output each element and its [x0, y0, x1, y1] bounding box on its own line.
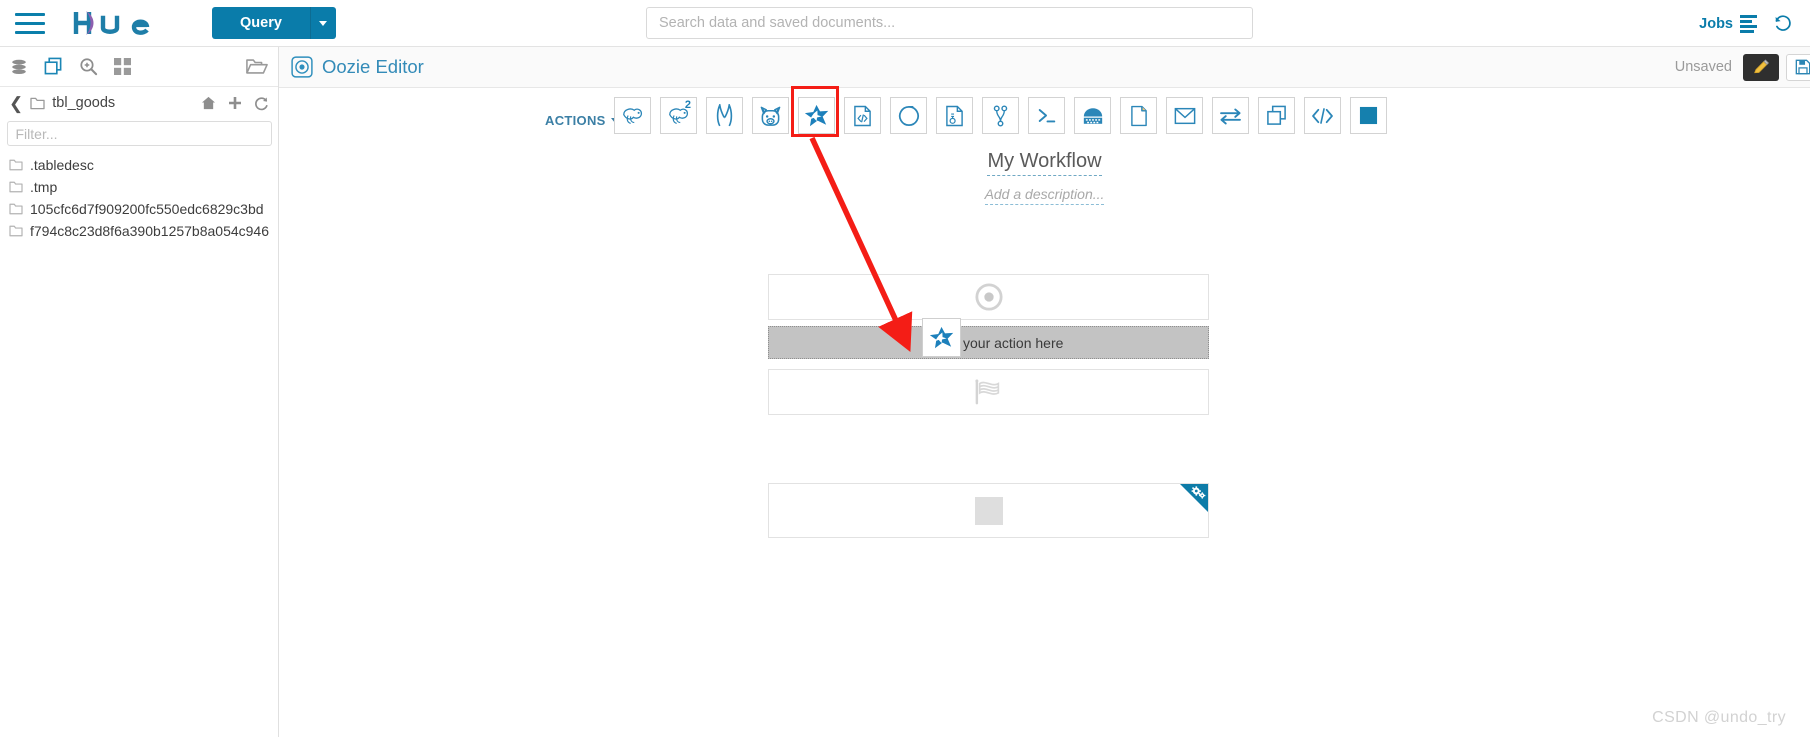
query-dropdown-toggle[interactable]	[309, 7, 336, 39]
query-button-group[interactable]: Query	[212, 7, 336, 39]
actions-dropdown[interactable]: ACTIONS	[545, 113, 619, 128]
subworkflow-action-icon[interactable]	[982, 97, 1019, 134]
history-clock-icon[interactable]	[1773, 14, 1792, 33]
query-button[interactable]: Query	[212, 7, 310, 39]
home-icon[interactable]	[201, 96, 216, 110]
list-item-label: .tabledesc	[30, 157, 94, 173]
distcp-action-icon[interactable]	[1212, 97, 1249, 134]
start-target-icon	[974, 283, 1003, 311]
workflow-description[interactable]: Add a description...	[984, 186, 1105, 205]
page-header: Oozie Editor Unsaved	[279, 47, 1810, 88]
folder-icon	[9, 181, 23, 193]
shell-action-icon[interactable]	[1028, 97, 1065, 134]
list-item[interactable]: .tmp	[0, 176, 278, 198]
pig-action-icon[interactable]	[752, 97, 789, 134]
sqoop1-action-icon[interactable]	[1074, 97, 1111, 134]
plus-icon[interactable]	[228, 96, 242, 110]
open-folder-icon[interactable]	[246, 57, 268, 76]
main-content: Oozie Editor Unsaved ACTIONS 2 My Workfl…	[279, 47, 1810, 737]
streaming-action-icon[interactable]	[1258, 97, 1295, 134]
jobs-link[interactable]: Jobs	[1699, 14, 1757, 33]
sqoop-action-icon[interactable]	[890, 97, 927, 134]
java-action-icon[interactable]	[844, 97, 881, 134]
hamburger-menu-icon[interactable]	[12, 8, 48, 38]
breadcrumb-path[interactable]: tbl_goods	[52, 95, 115, 111]
page-title: Oozie Editor	[291, 56, 424, 78]
spark-action-icon[interactable]	[798, 97, 835, 134]
folder-icon	[9, 225, 23, 237]
hue-logo[interactable]	[72, 8, 176, 38]
badge-count: 2	[684, 99, 691, 111]
action-icon-list: 2	[614, 97, 1387, 134]
pencil-edit-icon[interactable]	[1743, 53, 1779, 81]
status-badge: Unsaved	[1674, 59, 1732, 75]
folder-icon	[9, 203, 23, 215]
documents-icon[interactable]	[44, 57, 63, 76]
assist-icon-row	[0, 47, 278, 87]
file-list: .tabledesc .tmp 105cfc6d7f909200fc550edc…	[0, 154, 278, 242]
list-item[interactable]: f794c8c23d8f6a390b1257b8a054c946	[0, 220, 278, 242]
list-item-label: 105cfc6d7f909200fc550edc6829c3bd	[30, 201, 264, 217]
action-drop-zone[interactable]: your action here	[768, 326, 1209, 359]
top-nav-right-group: Jobs	[1699, 0, 1792, 47]
end-checkered-flag-icon	[973, 378, 1005, 406]
gears-settings-icon[interactable]	[1191, 486, 1206, 504]
impala-action-icon[interactable]	[706, 97, 743, 134]
actions-label-text: ACTIONS	[545, 113, 606, 128]
left-assist-sidebar: ❮ tbl_goods .tabledes	[0, 47, 279, 737]
email-action-icon[interactable]	[1166, 97, 1203, 134]
kill-square-icon	[974, 496, 1003, 525]
refresh-icon[interactable]	[254, 96, 269, 111]
actions-toolbar: ACTIONS 2	[279, 88, 1810, 150]
apps-grid-icon[interactable]	[114, 58, 131, 75]
chevron-down-icon	[319, 20, 328, 26]
filter-input[interactable]	[6, 121, 272, 146]
list-item[interactable]: .tabledesc	[0, 154, 278, 176]
fs-action-icon[interactable]	[1120, 97, 1157, 134]
list-item-label: .tmp	[30, 179, 58, 195]
dragged-spark-action-icon[interactable]	[922, 318, 961, 357]
workflow-title-block: My Workflow Add a description...	[279, 150, 1810, 205]
hive-server2-action-icon[interactable]: 2	[660, 97, 697, 134]
start-node[interactable]	[768, 274, 1209, 320]
drop-zone-label: your action here	[963, 334, 1064, 351]
jobs-label: Jobs	[1699, 15, 1733, 32]
kill-action-icon[interactable]	[1350, 97, 1387, 134]
save-floppy-icon[interactable]	[1786, 53, 1810, 81]
folder-icon	[30, 97, 45, 110]
page-title-text: Oozie Editor	[322, 56, 424, 77]
list-item[interactable]: 105cfc6d7f909200fc550edc6829c3bd	[0, 198, 278, 220]
oozie-editor-icon	[291, 56, 313, 78]
list-item-label: f794c8c23d8f6a390b1257b8a054c946	[30, 223, 270, 239]
hive-action-icon[interactable]	[614, 97, 651, 134]
database-icon[interactable]	[10, 58, 28, 76]
chevron-left-icon[interactable]: ❮	[9, 95, 23, 112]
generic-action-icon[interactable]	[1304, 97, 1341, 134]
breadcrumb: ❮ tbl_goods	[0, 87, 278, 119]
csdn-watermark: CSDN @undo_try	[1652, 709, 1786, 726]
jobs-list-icon	[1740, 14, 1757, 33]
top-navigation-bar: Query Jobs	[0, 0, 1810, 47]
global-search-input[interactable]	[646, 7, 1253, 39]
search-zoom-icon[interactable]	[79, 57, 98, 76]
folder-icon	[9, 159, 23, 171]
mapreduce-action-icon[interactable]	[936, 97, 973, 134]
end-node[interactable]	[768, 369, 1209, 415]
kill-node[interactable]	[768, 483, 1209, 538]
workflow-title[interactable]: My Workflow	[987, 150, 1102, 176]
